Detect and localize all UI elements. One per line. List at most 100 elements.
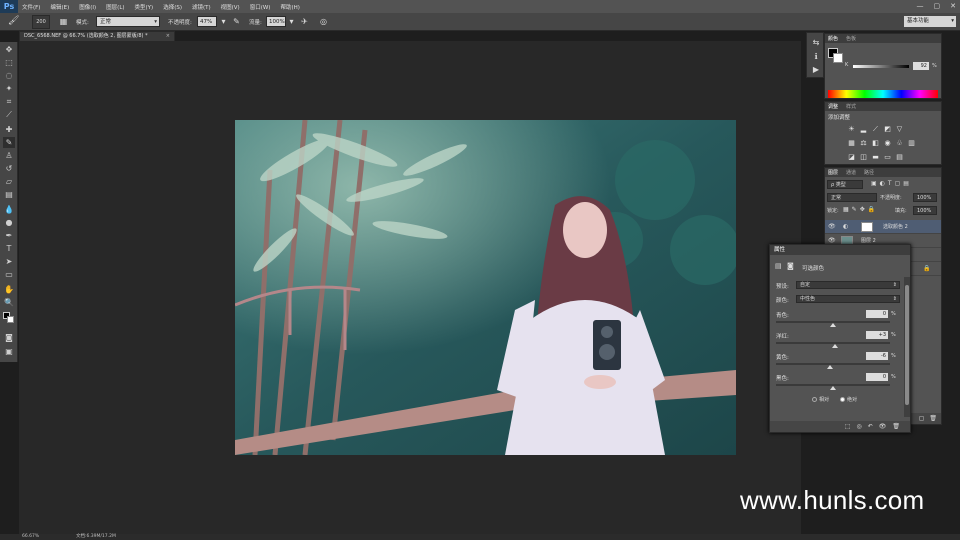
info-panel-icon[interactable]: ℹ	[810, 51, 822, 63]
dodge-tool-icon[interactable]: ●	[3, 217, 15, 228]
invert-icon[interactable]: ◪	[847, 153, 856, 162]
filter-shape-icon[interactable]: ▢	[895, 180, 901, 187]
k-slider[interactable]	[853, 65, 909, 68]
brush-panel-icon[interactable]: ▦	[58, 16, 69, 27]
slider-value-input[interactable]: 0	[866, 373, 888, 381]
quick-select-tool-icon[interactable]: ✦	[3, 83, 15, 94]
flow-input[interactable]: 100%	[266, 16, 286, 27]
history-brush-tool-icon[interactable]: ↺	[3, 163, 15, 174]
photo-filter-icon[interactable]: ◉	[883, 139, 892, 148]
slider-knob[interactable]	[830, 323, 836, 327]
menu-select[interactable]: 选择(S)	[163, 3, 182, 11]
tab-paths[interactable]: 路径	[864, 169, 874, 176]
lasso-tool-icon[interactable]: ◌	[3, 70, 15, 81]
eraser-tool-icon[interactable]: ▱	[3, 176, 15, 187]
slider-value-input[interactable]: 0	[866, 310, 888, 318]
layer-opacity-input[interactable]: 100%	[913, 193, 937, 202]
exposure-icon[interactable]: ◩	[883, 125, 892, 134]
zoom-tool-icon[interactable]: 🔍	[3, 297, 15, 308]
clip-to-layer-icon[interactable]: ⬚	[845, 423, 851, 430]
color-lookup-icon[interactable]: ▥	[907, 139, 916, 148]
rectangle-tool-icon[interactable]: ▭	[3, 269, 15, 280]
clone-stamp-tool-icon[interactable]: ♙	[3, 150, 15, 161]
background-color-swatch[interactable]	[833, 53, 843, 63]
type-tool-icon[interactable]: T	[3, 243, 15, 254]
vibrance-icon[interactable]: ▽	[895, 125, 904, 134]
minimize-icon[interactable]: —	[917, 2, 924, 10]
menu-view[interactable]: 视图(V)	[221, 3, 240, 11]
slider-value-input[interactable]: -6	[866, 352, 888, 360]
mask-icon[interactable]: ◙	[787, 262, 794, 270]
hand-tool-icon[interactable]: ✋	[3, 284, 15, 295]
menu-file[interactable]: 文件(F)	[22, 3, 40, 11]
photo-canvas[interactable]	[235, 120, 736, 455]
toggle-visibility-icon[interactable]: 👁	[879, 423, 887, 430]
tab-swatches[interactable]: 色板	[846, 35, 856, 42]
reset-icon[interactable]: ↶	[868, 423, 873, 430]
fill-input[interactable]: 100%	[913, 206, 937, 215]
brush-tool-icon[interactable]: ✎	[3, 137, 15, 148]
brush-preset-icon[interactable]: 🖌	[8, 16, 24, 28]
quick-mask-icon[interactable]: ◙	[3, 332, 15, 343]
selective-color-icon[interactable]: ▤	[895, 153, 904, 162]
pressure-size-icon[interactable]: ◎	[318, 16, 329, 27]
slider-track[interactable]	[776, 363, 890, 365]
tab-styles[interactable]: 样式	[846, 103, 856, 110]
screen-mode-icon[interactable]: ▣	[3, 346, 15, 357]
lock-transparent-icon[interactable]: ▦	[843, 206, 849, 213]
layer-row-selective-color[interactable]: 👁 ◐ 选取颜色 2	[825, 220, 941, 234]
delete-adjustment-icon[interactable]: 🗑	[892, 423, 900, 430]
tab-channels[interactable]: 通道	[846, 169, 856, 176]
menu-type[interactable]: 类型(Y)	[135, 3, 154, 11]
filter-type-icon[interactable]: T	[888, 180, 892, 187]
tab-layers[interactable]: 图层	[828, 169, 838, 176]
properties-scrollbar[interactable]	[904, 277, 910, 417]
layer-mask-thumbnail[interactable]	[861, 222, 873, 232]
menu-window[interactable]: 窗口(W)	[250, 3, 271, 11]
eyedropper-tool-icon[interactable]: ⟋	[3, 109, 15, 120]
color-balance-icon[interactable]: ⚖	[859, 139, 868, 148]
close-icon[interactable]: ✕	[950, 2, 956, 10]
pen-tool-icon[interactable]: ✒	[3, 230, 15, 241]
properties-title[interactable]: 属性	[770, 245, 910, 255]
threshold-icon[interactable]: ▬	[871, 153, 880, 162]
menu-layer[interactable]: 图层(L)	[106, 3, 124, 11]
tab-adjustments[interactable]: 调整	[828, 103, 838, 110]
slider-value-input[interactable]: +3	[866, 331, 888, 339]
close-doc-icon[interactable]: ×	[166, 32, 170, 41]
blend-mode-select[interactable]: 正常	[827, 193, 877, 202]
slider-knob[interactable]	[831, 344, 838, 348]
menu-help[interactable]: 帮助(H)	[280, 3, 299, 11]
airbrush-icon[interactable]: ✈	[299, 16, 310, 27]
workspace-select[interactable]: 基本功能	[904, 16, 956, 27]
flow-dropdown-icon[interactable]: ▾	[286, 16, 297, 27]
marquee-tool-icon[interactable]: ⬚	[3, 57, 15, 68]
opacity-input[interactable]: 47%	[197, 16, 217, 27]
new-layer-icon[interactable]: ▢	[919, 415, 925, 422]
black-white-icon[interactable]: ◧	[871, 139, 880, 148]
lock-image-icon[interactable]: ✎	[852, 206, 857, 213]
layer-kind-filter[interactable]: ρ 类型	[827, 180, 863, 189]
crop-tool-icon[interactable]: ⌗	[3, 96, 15, 107]
lock-position-icon[interactable]: ✥	[860, 206, 865, 213]
filter-smart-icon[interactable]: ▤	[903, 180, 909, 187]
relative-radio[interactable]	[812, 397, 817, 402]
absolute-radio[interactable]	[840, 397, 845, 402]
blur-tool-icon[interactable]: 💧	[3, 204, 15, 215]
document-tab[interactable]: DSC_6568.NEF @ 66.7% (选取颜色 2, 图层蒙版/8) * …	[19, 31, 175, 41]
brightness-contrast-icon[interactable]: ☀	[847, 125, 856, 134]
pressure-opacity-icon[interactable]: ✎	[231, 16, 242, 27]
document-size[interactable]: 文档:6.39M/17.2M	[76, 534, 116, 540]
gradient-map-icon[interactable]: ▭	[883, 153, 892, 162]
view-previous-icon[interactable]: ◎	[856, 423, 861, 430]
menu-image[interactable]: 图像(I)	[79, 3, 96, 11]
menu-filter[interactable]: 滤镜(T)	[192, 3, 211, 11]
levels-icon[interactable]: ▂	[859, 125, 868, 134]
actions-panel-icon[interactable]: ▶	[810, 64, 822, 76]
opacity-dropdown-icon[interactable]: ▾	[218, 16, 229, 27]
path-select-tool-icon[interactable]: ➤	[3, 256, 15, 267]
tab-color[interactable]: 颜色	[828, 35, 838, 42]
hue-saturation-icon[interactable]: ▦	[847, 139, 856, 148]
channel-mixer-icon[interactable]: ♧	[895, 139, 904, 148]
mode-select[interactable]: 正常	[96, 16, 160, 28]
